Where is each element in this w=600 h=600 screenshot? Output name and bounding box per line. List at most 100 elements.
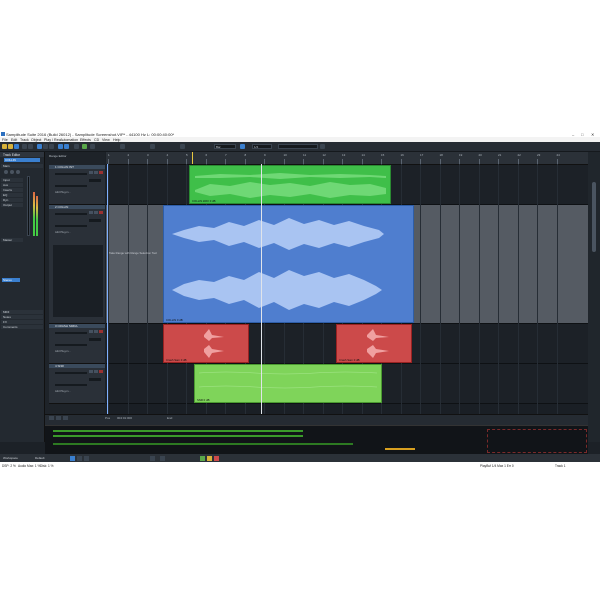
section-comments[interactable]: Comments xyxy=(1,325,43,329)
undo-icon[interactable] xyxy=(22,144,27,149)
pan-slider[interactable] xyxy=(55,225,87,227)
vertical-scrollbar[interactable] xyxy=(588,152,600,442)
volume-fader[interactable] xyxy=(27,176,30,236)
metronome-icon[interactable] xyxy=(120,144,125,149)
cut-icon[interactable] xyxy=(49,144,54,149)
volume-slider[interactable] xyxy=(55,372,87,374)
redo-icon[interactable] xyxy=(28,144,33,149)
menu-play-rec[interactable]: Play / Rec xyxy=(44,138,60,142)
loop-marker[interactable] xyxy=(192,152,193,164)
rewind-button[interactable] xyxy=(49,416,54,420)
mute-button[interactable] xyxy=(89,171,93,174)
volume-slider[interactable] xyxy=(55,173,87,175)
menu-object[interactable]: Object xyxy=(31,138,41,142)
mute-button[interactable] xyxy=(89,370,93,373)
snap-icon[interactable] xyxy=(150,144,155,149)
input-row[interactable]: Input xyxy=(1,178,23,182)
mute-button[interactable] xyxy=(89,330,93,333)
aux-knob[interactable] xyxy=(16,170,20,174)
track-name-field[interactable]: COLLIN xyxy=(4,158,40,162)
menu-cd[interactable]: CD xyxy=(94,138,99,142)
solo-button[interactable] xyxy=(94,370,98,373)
red-icon[interactable] xyxy=(214,455,219,461)
meter-icon[interactable] xyxy=(160,455,165,461)
volume-slider[interactable] xyxy=(55,213,87,215)
preset-select[interactable]: Stereo xyxy=(2,278,20,282)
audio-object-4[interactable]: SNR 0 dB xyxy=(194,364,382,403)
range-icon[interactable] xyxy=(43,144,48,149)
scroll-thumb[interactable] xyxy=(592,182,596,252)
solo-button[interactable] xyxy=(94,211,98,214)
audio-object-1[interactable]: COLLIN.WAV 0 dB xyxy=(189,165,391,204)
volume-value[interactable] xyxy=(89,338,101,341)
mix-icon[interactable] xyxy=(74,144,79,149)
yellow-icon[interactable] xyxy=(207,455,212,461)
record-button[interactable] xyxy=(99,171,103,174)
volume-value[interactable] xyxy=(89,378,101,381)
section-main[interactable]: Main xyxy=(1,164,43,168)
output-row[interactable]: Output xyxy=(1,203,23,207)
record-button[interactable] xyxy=(99,330,103,333)
fx-icon[interactable] xyxy=(150,455,155,461)
volume-value[interactable] xyxy=(89,219,101,222)
mixer-icon[interactable] xyxy=(77,455,82,461)
aux-row[interactable]: Aux xyxy=(1,183,23,187)
add-plugin-link[interactable]: Add Plug-in... xyxy=(55,350,71,353)
position-display[interactable]: 004:01:000 xyxy=(117,416,132,420)
audio-object-3b[interactable]: Crash Sam 0 dB xyxy=(336,324,412,363)
zoom-icon[interactable] xyxy=(64,144,69,149)
pan-slider[interactable] xyxy=(55,384,87,386)
cursor-icon[interactable] xyxy=(37,144,42,149)
menu-track[interactable]: Track xyxy=(20,138,29,142)
track-header-2[interactable]: 2 COLLIN Add Plug-in... xyxy=(49,205,105,324)
record-button[interactable] xyxy=(99,211,103,214)
stop-button[interactable] xyxy=(56,416,61,420)
track-header-3[interactable]: 3 CRASH SIMUL Add Plug-in... xyxy=(49,324,105,364)
maximize-button[interactable]: □ xyxy=(581,132,583,137)
add-plugin-link[interactable]: Add Plug-in... xyxy=(55,231,71,234)
menu-help[interactable]: Help xyxy=(113,138,120,142)
section-midi[interactable]: MIDI xyxy=(1,310,43,314)
pan-knob[interactable] xyxy=(4,170,8,174)
track-header-1[interactable]: 1 COLLIN INT Add Plug-in... xyxy=(49,165,105,205)
new-icon[interactable] xyxy=(2,144,7,149)
minimize-button[interactable]: – xyxy=(572,132,574,137)
add-plugin-link[interactable]: Add Plug-in... xyxy=(55,191,71,194)
search-icon[interactable] xyxy=(320,144,325,149)
bar-select[interactable]: Bar xyxy=(214,144,236,149)
marker-icon[interactable] xyxy=(180,144,185,149)
green-icon[interactable] xyxy=(200,455,205,461)
mute-button[interactable] xyxy=(89,211,93,214)
pan-slider[interactable] xyxy=(55,185,87,187)
solo-button[interactable] xyxy=(94,171,98,174)
play-icon[interactable] xyxy=(82,144,87,149)
audio-object-2[interactable]: COLLIN 0 dB xyxy=(163,205,414,323)
search-input[interactable] xyxy=(278,144,318,149)
menu-automation[interactable]: Automation xyxy=(60,138,78,142)
save-icon[interactable] xyxy=(14,144,19,149)
section-notes[interactable]: Notes xyxy=(1,315,43,319)
view-toggle-icon[interactable] xyxy=(70,455,75,461)
timeline-ruler[interactable]: 1 2 3 4 5 6 7 8 9 10 11 12 13 14 15 16 17 18 19 20 21 22 23 24 xyxy=(106,152,588,165)
volume-slider[interactable] xyxy=(55,332,87,334)
loop-icon[interactable] xyxy=(90,144,95,149)
pan-slider[interactable] xyxy=(55,344,87,346)
add-plugin-link[interactable]: Add Plug-in... xyxy=(55,390,71,393)
dyn-row[interactable]: Dyn xyxy=(1,198,23,202)
menu-file[interactable]: File xyxy=(2,138,8,142)
eq-row[interactable]: EQ xyxy=(1,193,23,197)
edit-cursor[interactable] xyxy=(107,164,108,435)
editor-icon[interactable] xyxy=(84,455,89,461)
routing-select[interactable]: Master xyxy=(1,238,23,242)
arrangement-area[interactable]: 1 2 3 4 5 6 7 8 9 10 11 12 13 14 15 16 17 18 19 20 21 22 23 24 … xyxy=(106,152,588,435)
grid-icon[interactable] xyxy=(240,144,245,149)
playback-cursor[interactable] xyxy=(261,164,262,435)
track-header-4[interactable]: 4 SNR Add Plug-in... xyxy=(49,364,105,404)
volume-value[interactable] xyxy=(89,179,101,182)
play-button[interactable] xyxy=(63,416,68,420)
inserts-row[interactable]: Inserts xyxy=(1,188,23,192)
audio-object-3a[interactable]: Crash Sam 0 dB xyxy=(163,324,249,363)
section-fx[interactable]: FX xyxy=(1,320,43,324)
close-button[interactable]: ✕ xyxy=(591,132,594,137)
record-button[interactable] xyxy=(99,370,103,373)
